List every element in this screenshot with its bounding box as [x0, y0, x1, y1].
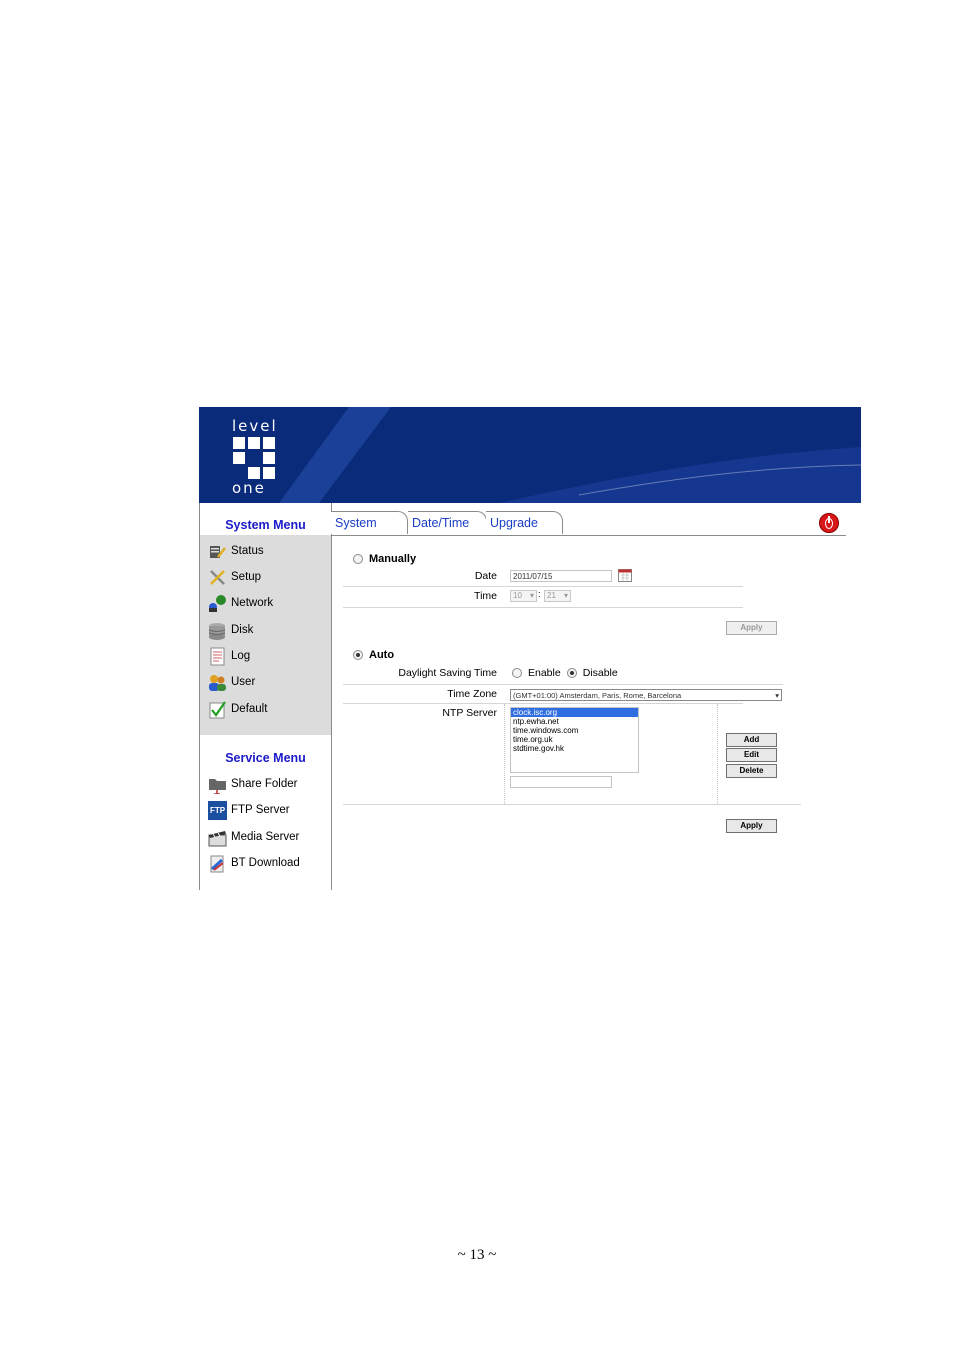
sidebar-item-bt-download[interactable]: BT Download: [208, 852, 300, 874]
ntp-server-item[interactable]: ntp.ewha.net: [511, 717, 638, 726]
ntp-server-item[interactable]: time.org.uk: [511, 735, 638, 744]
dst-label: Daylight Saving Time: [398, 667, 497, 679]
manually-option[interactable]: Manually: [353, 553, 416, 565]
manual-apply-button[interactable]: Apply: [726, 621, 777, 635]
auto-radio[interactable]: [353, 650, 363, 660]
sidebar-item-media-server[interactable]: Media Server: [208, 826, 299, 848]
sidebar-item-label: BT Download: [231, 857, 300, 869]
setup-icon: [208, 568, 227, 587]
tab-bar: System Date/Time Upgrade: [331, 511, 846, 536]
sidebar-item-label: Media Server: [231, 831, 300, 843]
time-zone-value: (GMT+01:00) Amsterdam, Paris, Rome, Barc…: [513, 691, 682, 700]
date-label: Date: [474, 570, 497, 582]
sidebar-item-label: Log: [231, 650, 251, 662]
sidebar-item-share-folder[interactable]: Share Folder: [208, 773, 297, 795]
sidebar-item-disk[interactable]: Disk: [208, 619, 253, 641]
date-field[interactable]: 2011/07/15: [510, 570, 612, 582]
edit-button[interactable]: Edit: [726, 748, 777, 762]
row-divider: [343, 804, 801, 805]
dst-disable-radio[interactable]: [566, 668, 577, 678]
sidebar-item-label: Network: [231, 597, 274, 609]
add-button[interactable]: Add: [726, 733, 777, 747]
log-icon: [208, 647, 227, 666]
ntp-server-input[interactable]: [510, 776, 612, 788]
ntp-server-item[interactable]: stdtime.gov.hk: [511, 744, 638, 753]
main-content: System Date/Time Upgrade Manually Date 2…: [331, 503, 861, 890]
sidebar-item-label: Status: [231, 545, 264, 557]
sidebar-item-label: FTP Server: [231, 804, 290, 816]
default-icon: [208, 700, 227, 719]
sidebar-item-label: Setup: [231, 571, 262, 583]
delete-button[interactable]: Delete: [726, 764, 777, 778]
chevron-down-icon: ▾: [775, 691, 779, 700]
sidebar-item-label: Disk: [231, 624, 254, 636]
service-menu-title: Service Menu: [225, 751, 306, 765]
logo-text-top: level: [232, 417, 278, 435]
hour-select[interactable]: 10: [510, 590, 537, 602]
ntp-server-list[interactable]: clock.isc.org ntp.ewha.net time.windows.…: [510, 707, 639, 773]
sidebar-item-label: Share Folder: [231, 778, 298, 790]
row-divider: [343, 586, 743, 587]
row-divider: [343, 684, 783, 685]
sidebar-item-label: User: [231, 676, 256, 688]
manually-label: Manually: [369, 553, 417, 565]
header-banner: level one: [199, 407, 861, 503]
dst-disable-label: Disable: [582, 667, 618, 679]
tab-date-time[interactable]: Date/Time: [408, 511, 487, 534]
power-icon[interactable]: [819, 513, 839, 533]
disk-icon: [208, 621, 227, 640]
tab-system[interactable]: System: [331, 511, 408, 534]
logo-grid-icon: [233, 437, 275, 479]
sidebar-item-user[interactable]: User: [208, 671, 255, 693]
time-label: Time: [474, 590, 497, 602]
auto-option[interactable]: Auto: [353, 649, 394, 661]
user-icon: [208, 673, 227, 692]
sidebar-item-setup[interactable]: Setup: [208, 566, 261, 588]
calendar-icon[interactable]: [618, 569, 632, 582]
ntp-server-label: NTP Server: [442, 707, 497, 719]
sidebar: System Menu Status Setup Network Disk Lo…: [199, 503, 332, 890]
dst-enable-radio[interactable]: [512, 668, 522, 678]
row-divider: [343, 607, 743, 608]
sidebar-item-default[interactable]: Default: [208, 698, 267, 720]
tab-upgrade[interactable]: Upgrade: [486, 511, 563, 534]
logo-text-bottom: one: [232, 479, 266, 497]
nas-admin-window: level one System Menu Status Setup Netwo…: [199, 407, 861, 890]
manually-radio[interactable]: [353, 554, 363, 564]
sidebar-item-log[interactable]: Log: [208, 645, 250, 667]
bt-download-icon: [208, 854, 227, 873]
sidebar-item-network[interactable]: Network: [208, 592, 273, 614]
network-icon: [208, 594, 227, 613]
ntp-server-item[interactable]: clock.isc.org: [511, 708, 638, 717]
sidebar-item-status[interactable]: Status: [208, 540, 264, 562]
time-separator: :: [538, 589, 541, 599]
minute-select[interactable]: 21: [544, 590, 571, 602]
sidebar-item-ftp-server[interactable]: FTP FTP Server: [208, 799, 290, 821]
share-folder-icon: [208, 775, 227, 795]
banner-decoration: [279, 407, 861, 503]
dst-enable-label: Enable: [528, 667, 561, 679]
dst-options: Enable Disable: [512, 667, 618, 679]
auto-label: Auto: [369, 649, 395, 661]
system-menu-title: System Menu: [225, 518, 306, 532]
row-divider: [343, 703, 743, 704]
column-divider: [717, 704, 718, 804]
time-zone-label: Time Zone: [447, 688, 497, 700]
sidebar-item-label: Default: [231, 703, 268, 715]
ntp-server-item[interactable]: time.windows.com: [511, 726, 638, 735]
status-icon: [208, 542, 227, 561]
column-divider: [504, 704, 505, 804]
media-icon: [208, 828, 227, 847]
ftp-icon: FTP: [208, 800, 227, 820]
auto-apply-button[interactable]: Apply: [726, 819, 777, 833]
time-zone-select[interactable]: (GMT+01:00) Amsterdam, Paris, Rome, Barc…: [510, 689, 782, 701]
page-number: ~ 13 ~: [457, 1247, 497, 1263]
